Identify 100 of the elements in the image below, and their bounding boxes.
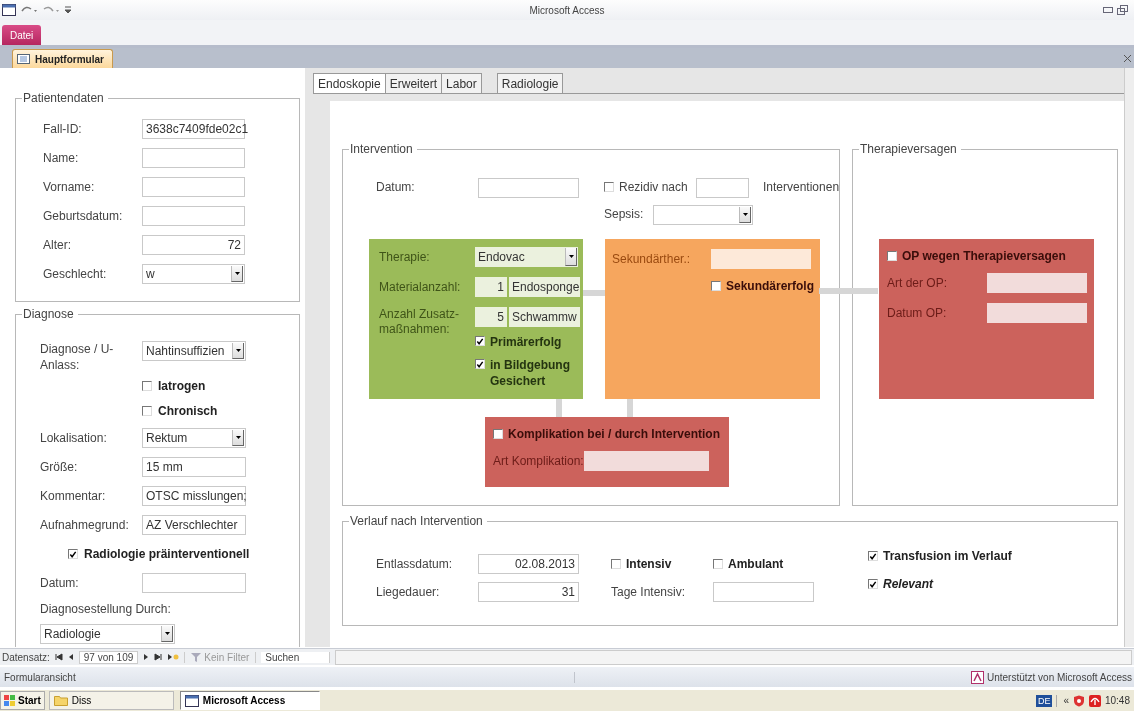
checkbox-label: Transfusion im Verlauf	[883, 549, 1012, 563]
field-label: Interventionen	[763, 180, 841, 194]
field-label: Vorname:	[43, 180, 96, 194]
group-title: Diagnose	[22, 307, 78, 322]
number-field[interactable]: 5	[475, 307, 507, 327]
field-label: Geschlecht:	[43, 267, 108, 281]
minimize-icon[interactable]	[1103, 5, 1113, 13]
customize-caret-icon[interactable]	[64, 5, 72, 15]
horizontal-scrollbar[interactable]	[335, 649, 1132, 665]
group-title: Therapieversagen	[859, 142, 961, 157]
field-label: Kommentar:	[40, 489, 107, 503]
file-tab[interactable]: Datei	[2, 25, 42, 45]
checkbox[interactable]	[475, 359, 485, 369]
close-icon[interactable]	[1124, 55, 1131, 62]
text-field[interactable]: Endosponge	[509, 277, 580, 297]
combo-box[interactable]: Radiologie	[40, 624, 175, 644]
undo-icon[interactable]	[20, 5, 38, 15]
next-record-icon[interactable]	[143, 653, 150, 661]
tab[interactable]: Labor	[441, 73, 482, 93]
text-field[interactable]	[142, 206, 245, 226]
text-field[interactable]	[987, 303, 1087, 323]
field-label: Datum:	[40, 576, 80, 590]
checkbox-label: Relevant	[883, 577, 934, 591]
window-title: Microsoft Access	[529, 4, 605, 16]
field-label: Datum:	[376, 180, 416, 194]
form-icon	[17, 54, 30, 64]
combo-box[interactable]: Rektum	[142, 428, 246, 448]
checkbox-label: Sekundärerfolg	[726, 279, 815, 293]
text-field[interactable]	[711, 249, 811, 269]
umbrella-icon[interactable]	[1088, 694, 1101, 707]
tab[interactable]: Erweitert	[384, 73, 443, 93]
first-record-icon[interactable]	[54, 653, 63, 661]
checkbox[interactable]	[868, 551, 878, 561]
new-record-icon[interactable]	[167, 653, 180, 661]
field-label: Materialanzahl:	[379, 279, 462, 296]
show-hidden-icons[interactable]: «	[1063, 695, 1069, 706]
restore-icon[interactable]	[1117, 5, 1128, 15]
checkbox[interactable]	[713, 559, 723, 569]
tab[interactable]: Endoskopie	[313, 73, 386, 93]
field-label: Geburtsdatum:	[43, 209, 124, 223]
checkbox[interactable]	[611, 559, 621, 569]
checkbox[interactable]	[493, 429, 503, 439]
language-indicator[interactable]: DE	[1035, 694, 1053, 707]
tab[interactable]: Radiologie	[496, 73, 564, 93]
checkbox[interactable]	[475, 336, 485, 346]
document-tab[interactable]: Hauptformular	[12, 49, 113, 68]
record-position-field[interactable]: 97 von 109	[78, 650, 139, 664]
number-field[interactable]: 72	[142, 235, 245, 255]
start-button[interactable]: Start	[0, 691, 45, 710]
checkbox[interactable]	[711, 281, 721, 291]
number-field[interactable]: 1	[475, 277, 507, 297]
vertical-scrollbar[interactable]	[1124, 68, 1134, 647]
checkbox[interactable]	[68, 549, 78, 559]
checkbox[interactable]	[142, 381, 152, 391]
checkbox[interactable]	[887, 251, 897, 261]
checkbox-label: Radiologie präinterventionell	[84, 547, 250, 561]
text-field[interactable]: OTSC misslungen;	[142, 486, 246, 506]
date-field[interactable]: 02.08.2013	[478, 554, 579, 574]
field-label: Therapie:	[379, 249, 431, 266]
combo-box[interactable]: w	[142, 264, 245, 284]
date-field[interactable]	[478, 178, 579, 198]
field-label: Tage Intensiv:	[611, 585, 687, 599]
number-field[interactable]: 31	[478, 582, 579, 602]
combo-box[interactable]: Endovac	[475, 247, 578, 267]
text-field[interactable]: AZ Verschlechter	[142, 515, 246, 535]
number-field[interactable]	[713, 582, 814, 602]
checkbox[interactable]	[142, 406, 152, 416]
checkbox-label: Rezidiv nach	[619, 180, 689, 194]
field-label: Sekundärther.:	[612, 251, 692, 268]
number-field[interactable]	[696, 178, 749, 198]
clock: 10:48	[1104, 695, 1130, 706]
checkbox-label: Intensiv	[626, 557, 672, 571]
text-field[interactable]	[142, 177, 245, 197]
folder-icon	[53, 695, 68, 706]
text-field[interactable]	[142, 573, 246, 593]
field-label: Datum OP:	[887, 305, 948, 322]
windows-flag-icon	[4, 694, 16, 707]
checkbox[interactable]	[604, 182, 614, 192]
checkbox[interactable]	[868, 579, 878, 589]
status-text: Formularansicht	[0, 671, 575, 683]
text-field[interactable]: Schwammw	[509, 307, 580, 327]
combo-box[interactable]: Nahtinsuffizien	[142, 341, 246, 361]
text-field[interactable]: 15 mm	[142, 457, 246, 477]
checkbox-label: Komplikation bei / durch Intervention	[508, 427, 720, 441]
search-field[interactable]: Suchen	[261, 651, 331, 663]
shield-icon[interactable]	[1072, 694, 1085, 707]
last-record-icon[interactable]	[154, 653, 163, 661]
text-field[interactable]	[142, 148, 245, 168]
app-logo-icon	[970, 670, 984, 684]
filter-icon	[191, 652, 202, 662]
field-label: Alter:	[43, 238, 72, 252]
taskbar-button[interactable]: Diss	[48, 691, 174, 710]
record-label: Datensatz:	[2, 651, 50, 663]
field-label: Sepsis:	[604, 207, 645, 221]
text-field[interactable]	[987, 273, 1087, 293]
text-field[interactable]	[583, 451, 709, 471]
taskbar-button[interactable]: Microsoft Access	[179, 691, 320, 710]
app-icon[interactable]	[2, 4, 16, 16]
field-label: Liegedauer:	[376, 585, 441, 599]
previous-record-icon[interactable]	[67, 653, 74, 661]
